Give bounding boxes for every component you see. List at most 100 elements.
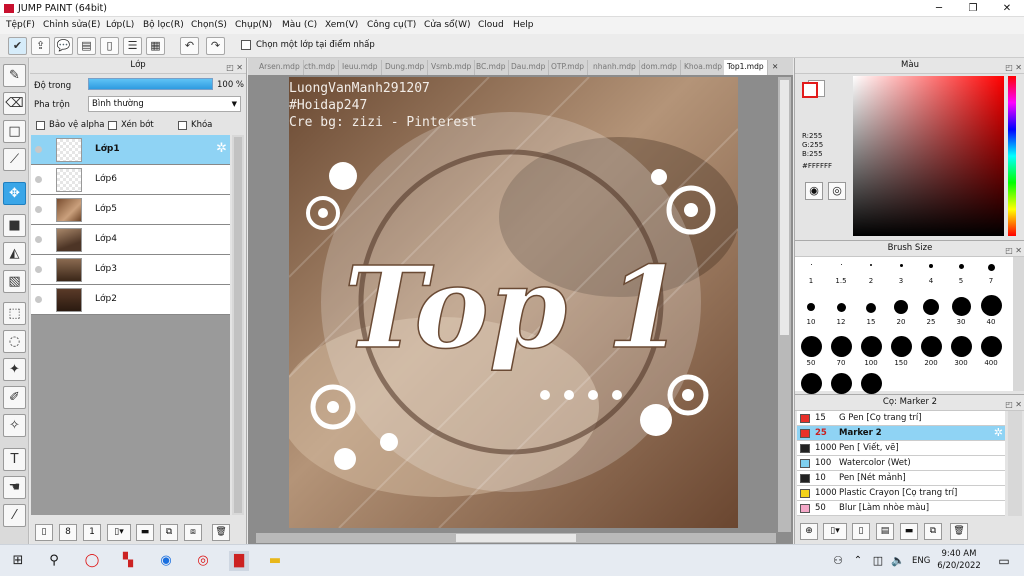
brush-size-option[interactable]: 200 <box>916 336 946 367</box>
new-1bit-layer-icon[interactable]: 1 <box>83 524 101 541</box>
grid-icon[interactable]: ▦ <box>146 37 165 55</box>
tab-khoa[interactable]: Khoa.mdp <box>681 60 727 75</box>
menu-tools[interactable]: Công cụ(T) <box>367 20 416 30</box>
tab-bc[interactable]: BC.mdp <box>473 60 510 75</box>
brush-size-option[interactable]: 400 <box>976 336 1006 367</box>
menu-color[interactable]: Màu (C) <box>282 20 317 30</box>
brush-item[interactable]: 1000 Pen [ Viết, vẽ] <box>797 441 1005 456</box>
layer-row[interactable]: Lớp6 <box>31 165 230 195</box>
tab-otp[interactable]: OTP.mdp <box>548 60 589 75</box>
bucket-fill-icon[interactable]: ◭ <box>3 242 26 265</box>
gradient-icon[interactable]: ▧ <box>3 270 26 293</box>
layer-list-scrollbar[interactable] <box>232 135 244 515</box>
layer-row[interactable]: Lớp2 <box>31 285 230 315</box>
trash-icon[interactable]: 🗑 <box>212 524 230 541</box>
copy-layer-icon[interactable]: ⧉ <box>160 524 178 541</box>
list-icon[interactable]: ☰ <box>123 37 142 55</box>
copy-brush-icon[interactable]: ⧉ <box>924 523 942 540</box>
layer-row[interactable]: Lớp5 <box>31 195 230 225</box>
lasso-select-icon[interactable]: ◌ <box>3 330 26 353</box>
brush-size-option[interactable]: 1.5 <box>826 264 856 285</box>
tab-dau[interactable]: Dau.mdp <box>508 60 550 75</box>
opacity-slider[interactable] <box>88 78 213 90</box>
layer-row[interactable]: Lớp1 ✲ <box>31 135 230 165</box>
brush-list-scrollbar[interactable] <box>1008 411 1022 516</box>
tab-nhanh[interactable]: nhanh.mdp <box>590 60 640 75</box>
artwork-canvas[interactable]: Top 1 LuongVanManh291207 #Hoidap247 Cre … <box>289 77 738 528</box>
scrollbar-thumb[interactable] <box>780 80 789 335</box>
menu-select[interactable]: Chọn(S) <box>191 20 227 30</box>
tab-cth[interactable]: cth.mdp <box>301 60 340 75</box>
brush-size-option[interactable]: 30 <box>946 297 976 326</box>
layer-row[interactable]: Lớp3 <box>31 255 230 285</box>
menu-layer[interactable]: Lớp(L) <box>106 20 134 30</box>
panel-float-close-icon[interactable]: ◰ ✕ <box>1005 397 1022 412</box>
tab-dom[interactable]: dom.mdp <box>638 60 681 75</box>
menu-filter[interactable]: Bộ lọc(R) <box>143 20 184 30</box>
select-eraser-icon[interactable]: ✧ <box>3 414 26 437</box>
tab-close-icon[interactable]: ✕ <box>769 60 781 75</box>
brush-size-option[interactable]: 3 <box>886 264 916 285</box>
brush-size-option[interactable]: 50 <box>796 336 826 367</box>
folder-icon[interactable]: ▬ <box>136 524 154 541</box>
volume-icon[interactable]: 🔈 <box>888 551 908 571</box>
app-grid-icon[interactable]: ▚ <box>118 551 138 571</box>
brush-size-option[interactable]: 40 <box>976 295 1006 326</box>
windows-start-icon[interactable]: ⊞ <box>8 551 28 571</box>
brush-item[interactable]: 25 Marker 2 ✲ <box>797 426 1005 441</box>
visibility-icon[interactable] <box>35 206 42 213</box>
brush-size-option[interactable] <box>826 373 856 394</box>
brush-size-option[interactable]: 300 <box>946 336 976 367</box>
visibility-icon[interactable] <box>35 146 42 153</box>
brush-size-option[interactable]: 150 <box>886 336 916 367</box>
pick-layer-checkbox[interactable] <box>241 40 251 50</box>
tab-dung[interactable]: Dung.mdp <box>382 60 429 75</box>
tab-top1[interactable]: Top1.mdp <box>724 60 768 75</box>
lock-checkbox[interactable] <box>178 121 187 130</box>
brush-size-option[interactable]: 12 <box>826 303 856 326</box>
brush-item[interactable]: 1000 Plastic Crayon [Cọ trang trí] <box>797 486 1005 501</box>
foreground-color-swatch[interactable] <box>802 82 818 98</box>
gear-icon[interactable]: ✲ <box>994 426 1003 440</box>
close-button[interactable]: ✕ <box>990 0 1024 17</box>
canvas-horizontal-scrollbar[interactable] <box>256 533 776 543</box>
fill-rectangle-icon[interactable]: ■ <box>3 214 26 237</box>
brush-size-option[interactable]: 10 <box>796 303 826 326</box>
new-8bit-layer-icon[interactable]: 8 <box>59 524 77 541</box>
menu-cloud[interactable]: Cloud <box>478 20 504 30</box>
menu-file[interactable]: Tệp(F) <box>6 20 35 30</box>
opera-browser-icon[interactable]: ◯ <box>82 551 102 571</box>
menu-edit[interactable]: Chỉnh sửa(E) <box>43 20 100 30</box>
brush-size-option[interactable]: 1 <box>796 264 826 285</box>
brush-item[interactable]: 50 Blur [Làm nhòe màu] <box>797 501 1005 516</box>
clock[interactable]: 9:40 AM 6/20/2022 <box>936 548 982 572</box>
brush-size-option[interactable] <box>796 373 826 394</box>
menu-capture[interactable]: Chụp(N) <box>235 20 272 30</box>
menu-help[interactable]: Help <box>513 20 534 30</box>
protect-alpha-checkbox[interactable] <box>36 121 45 130</box>
jump-paint-icon[interactable]: ▇ <box>229 551 249 571</box>
hand-tool-icon[interactable]: ☚ <box>3 476 26 499</box>
move-tool-icon[interactable]: ✥ <box>3 182 26 205</box>
add-brush-icon[interactable]: ⊕ <box>800 523 818 540</box>
text-tool-icon[interactable]: T <box>3 448 26 471</box>
check-icon[interactable]: ✔ <box>8 37 27 55</box>
brush-size-option[interactable]: 4 <box>916 264 946 285</box>
brush-size-option[interactable]: 100 <box>856 336 886 367</box>
panel-float-close-icon[interactable]: ◰ ✕ <box>1005 243 1022 258</box>
zalo-icon[interactable]: ◉ <box>156 551 176 571</box>
canvas-vertical-scrollbar[interactable] <box>778 77 791 532</box>
rectangle-tool-icon[interactable]: □ <box>3 120 26 143</box>
scrollbar-thumb[interactable] <box>234 137 242 513</box>
chevron-up-icon[interactable]: ⌃ <box>848 551 868 571</box>
visibility-icon[interactable] <box>35 236 42 243</box>
maximize-button[interactable]: ❐ <box>956 0 990 17</box>
hue-slider[interactable] <box>1008 76 1016 236</box>
saturation-value-picker[interactable] <box>853 76 1004 236</box>
palette-icon[interactable]: ◉ <box>805 182 823 200</box>
eyedropper-icon[interactable]: ⁄ <box>3 504 26 527</box>
language-indicator[interactable]: ENG <box>912 556 930 566</box>
brush-size-option[interactable]: 25 <box>916 299 946 326</box>
brush-item[interactable]: 15 G Pen [Cọ trang trí] <box>797 411 1005 426</box>
menu-view[interactable]: Xem(V) <box>325 20 358 30</box>
